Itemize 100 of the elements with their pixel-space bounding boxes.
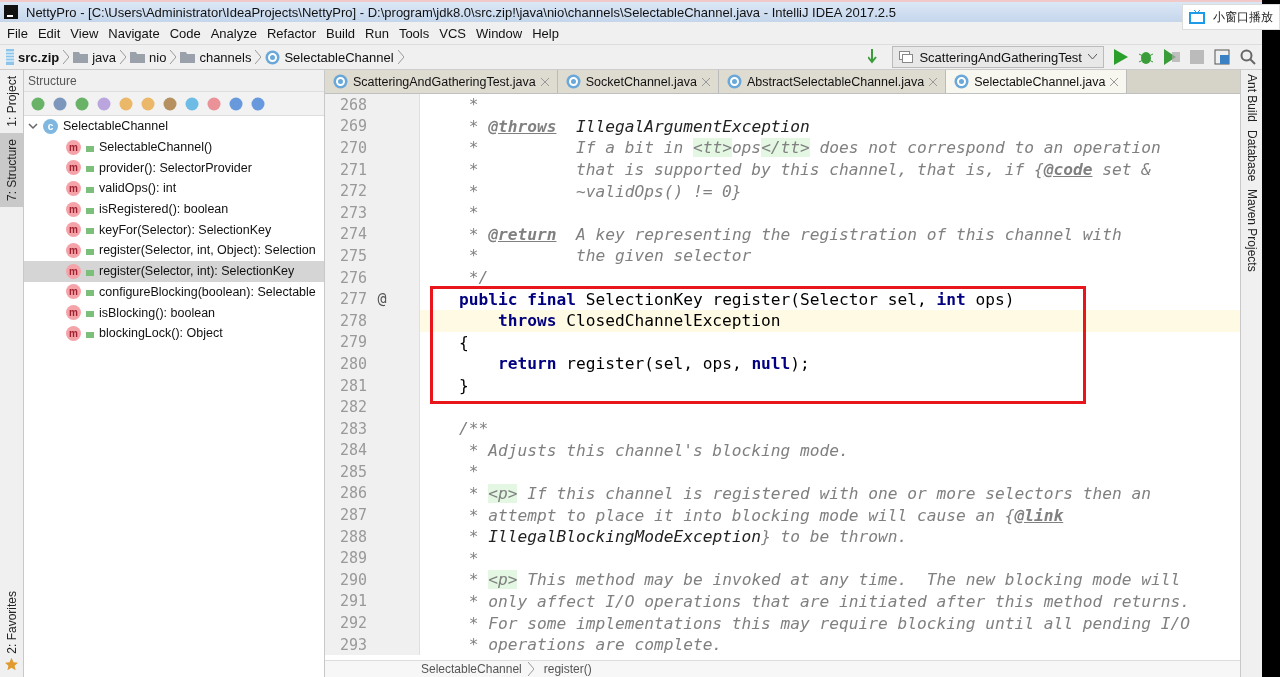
tree-item[interactable]: provider(): SelectorProvider [99, 160, 252, 175]
menu-item[interactable]: Run [360, 25, 394, 41]
tree-item[interactable]: register(Selector, int, Object): Selection [99, 243, 316, 258]
menu-item[interactable]: Help [527, 25, 564, 41]
menu-item[interactable]: Analyze [205, 25, 262, 41]
class-icon [954, 74, 970, 89]
line-number: 288 [338, 527, 367, 546]
menu-item[interactable]: Tools [393, 25, 435, 41]
breadcrumb-item[interactable]: SelectableChannel [265, 49, 394, 65]
menu-item[interactable]: Navigate [103, 25, 165, 41]
code-line: * that is supported by this channel, that is, if {@code set & [467, 160, 1151, 180]
code-line: * <p> If this channel is registered with one or more selectors then an [467, 484, 1151, 503]
gutter-marker[interactable]: @ [367, 290, 397, 309]
toolbar-icon[interactable] [30, 95, 46, 112]
tool-window-tab[interactable]: 2: Favorites [0, 585, 23, 677]
line-number: 280 [338, 354, 367, 373]
mini-window-button[interactable]: 小窗口播放 [1182, 4, 1280, 30]
line-number: 278 [338, 311, 367, 330]
method-badge: m [66, 201, 81, 217]
tool-window-tab[interactable]: Maven Projects [1241, 185, 1262, 277]
tree-item[interactable]: configureBlocking(boolean): Selectable [99, 284, 316, 299]
code-line: * For some implementations this may require blocking until all pending I/O [467, 613, 1190, 633]
toolbar-icon[interactable] [96, 95, 112, 112]
editor-tab[interactable]: AbstractSelectableChannel.java [718, 70, 947, 93]
class-badge: c [43, 118, 58, 134]
run-config-dropdown[interactable]: ScatteringAndGatheringTest [892, 46, 1104, 68]
line-number: 291 [338, 592, 367, 611]
line-number: 289 [338, 549, 367, 568]
bug-icon[interactable] [1138, 49, 1154, 65]
toolbar-icon[interactable] [162, 95, 178, 112]
tree-item[interactable]: keyFor(Selector): SelectionKey [99, 222, 272, 237]
chevron-icon [170, 50, 177, 64]
breadcrumb-item[interactable]: nio [130, 49, 167, 65]
project-structure-icon[interactable] [1214, 49, 1230, 65]
tree-item[interactable]: isBlocking(): boolean [99, 305, 216, 320]
breadcrumb-item[interactable]: SelectableChannel [421, 662, 522, 676]
coverage-icon[interactable] [1164, 49, 1180, 65]
menu-item[interactable]: Refactor [261, 25, 322, 41]
toolbar-icon[interactable] [74, 95, 90, 112]
tree-item[interactable]: blockingLock(): Object [99, 326, 223, 341]
line-number: 292 [338, 614, 367, 633]
class-icon [333, 74, 348, 89]
line-number: 274 [338, 225, 367, 244]
tree-item[interactable]: isRegistered(): boolean [99, 202, 229, 217]
tree-item[interactable]: SelectableChannel() [99, 140, 213, 155]
menu-item[interactable]: File [2, 25, 33, 41]
line-number: 282 [338, 398, 367, 417]
code-line: * If a bit in <tt>ops</tt> does not correspond to an operation [467, 138, 1161, 158]
line-number: 277 [338, 290, 367, 309]
code-line: public final SelectionKey register(Selector sel, int ops) [457, 289, 1015, 309]
toolbar-icon[interactable] [206, 95, 222, 112]
code-line: } [457, 376, 469, 395]
folder-icon [180, 51, 196, 63]
run-icon[interactable] [1114, 49, 1128, 65]
tool-window-tab[interactable]: 1: Project [0, 70, 23, 133]
code-line: { [457, 332, 469, 352]
code-line: * <p> This method may be invoked at any time. The new blocking mode will [467, 570, 1181, 590]
star-icon [5, 658, 18, 671]
menu-item[interactable]: Window [470, 25, 528, 41]
breadcrumb-item[interactable]: channels [180, 49, 252, 65]
toolbar-icon[interactable] [118, 95, 134, 112]
line-number: 271 [338, 160, 367, 179]
breadcrumb-item[interactable]: src.zip [6, 49, 60, 65]
method-badge: m [66, 284, 81, 300]
search-icon[interactable] [1240, 49, 1256, 65]
tool-window-tab[interactable]: Ant Build [1241, 70, 1262, 127]
code-line: /** [457, 419, 489, 439]
class-icon [265, 49, 281, 65]
tool-window-tab[interactable]: 7: Structure [0, 132, 23, 207]
app-logo-icon [4, 5, 18, 19]
editor-tab[interactable]: SelectableChannel.java [946, 70, 1128, 93]
breadcrumb-item[interactable]: java [73, 49, 117, 65]
tree-item[interactable]: register(Selector, int): SelectionKey [99, 264, 295, 279]
toolbar-icon[interactable] [184, 95, 200, 112]
toolbar-icon[interactable] [52, 95, 68, 112]
toolbar-icon[interactable] [228, 95, 244, 112]
editor-tab[interactable]: ScatteringAndGatheringTest.java [325, 70, 558, 93]
code-line: return register(sel, ops, null); [496, 354, 810, 374]
window-title: NettyPro - [C:\Users\Administrator\IdeaProjects\NettyPro] - D:\program\jdk8.0\src.zip!\java\nio\channels\SelectableChannel.java - IntelliJ IDEA 2017.2.5 [26, 4, 896, 20]
chevron-icon [527, 662, 534, 676]
close-icon[interactable] [929, 77, 938, 86]
folder-icon [73, 51, 89, 63]
close-icon[interactable] [701, 77, 710, 86]
tree-item[interactable]: validOps(): int [99, 181, 177, 196]
close-icon[interactable] [540, 77, 549, 86]
menu-item[interactable]: Build [321, 25, 360, 41]
tree-item[interactable]: SelectableChannel [63, 119, 168, 134]
tool-window-tab[interactable]: Database [1241, 126, 1262, 186]
code-line: * the given selector [467, 246, 752, 266]
close-icon[interactable] [1110, 77, 1119, 86]
menu-item[interactable]: Code [164, 25, 206, 41]
menu-item[interactable]: VCS [434, 25, 471, 41]
line-number: 287 [338, 506, 367, 525]
toolbar-icon[interactable] [250, 95, 266, 112]
menu-item[interactable]: Edit [32, 25, 66, 41]
menu-item[interactable]: View [65, 25, 104, 41]
method-badge: m [66, 242, 81, 258]
toolbar-icon[interactable] [140, 95, 156, 112]
editor-tab[interactable]: SocketChannel.java [557, 70, 719, 93]
breadcrumb-item[interactable]: register() [543, 662, 592, 676]
